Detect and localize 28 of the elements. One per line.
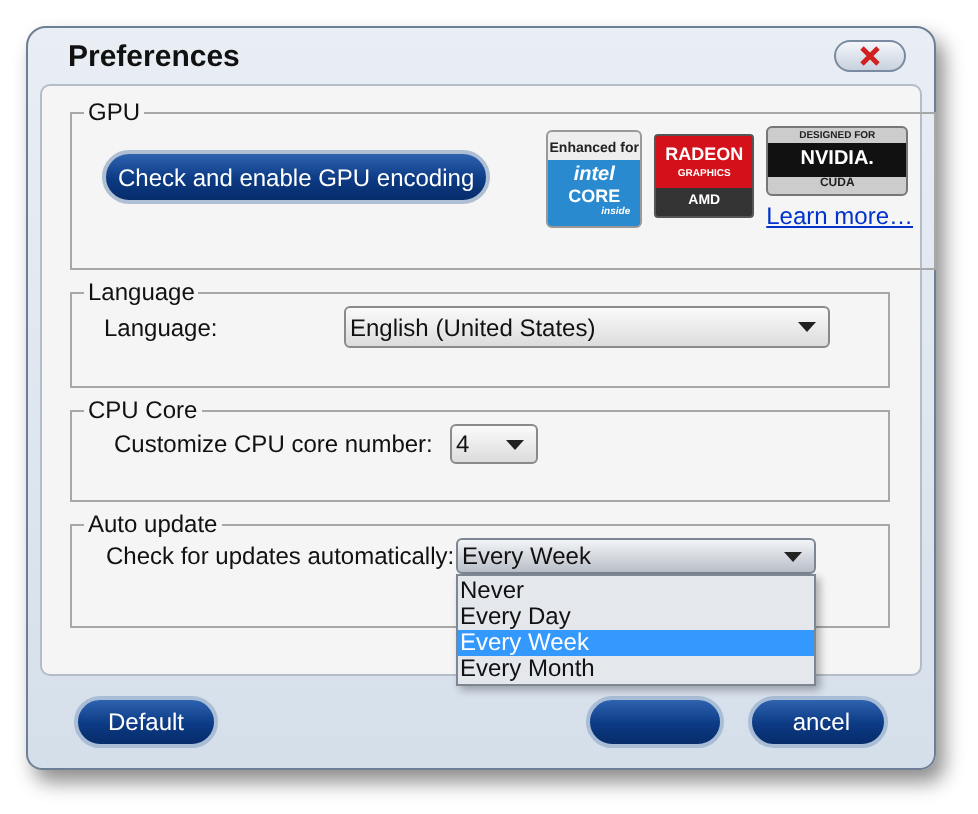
dropdown-arrow-icon: [784, 551, 802, 561]
language-label: Language:: [104, 313, 220, 341]
close-icon: [858, 46, 882, 66]
close-button[interactable]: [834, 40, 906, 72]
badge-text: RADEON: [665, 145, 744, 163]
dropdown-option[interactable]: Every Day: [458, 604, 814, 630]
cpu-core-label: Customize CPU core number:: [112, 430, 435, 458]
language-dropdown[interactable]: English (United States): [344, 306, 830, 348]
dropdown-option[interactable]: Every Month: [458, 656, 814, 682]
dropdown-option[interactable]: Never: [458, 578, 814, 604]
group-title: Language: [86, 278, 197, 306]
ok-button[interactable]: [586, 696, 724, 748]
cancel-button[interactable]: ancel: [748, 696, 888, 748]
learn-more-link[interactable]: Learn more…: [766, 202, 913, 230]
update-label: Check for updates automatically:: [104, 542, 456, 570]
badge-text: intel: [573, 165, 615, 185]
badge-text: NVIDIA.: [800, 150, 874, 170]
cpu-core-dropdown[interactable]: 4: [450, 424, 538, 464]
dropdown-arrow-icon: [506, 439, 524, 449]
enable-gpu-button[interactable]: Check and enable GPU encoding: [102, 150, 491, 204]
window-title: Preferences: [68, 39, 240, 73]
badge-text: CORE: [568, 187, 621, 205]
update-frequency-dropdown[interactable]: Every Week: [456, 538, 816, 574]
default-button[interactable]: Default: [74, 696, 218, 748]
dropdown-arrow-icon: [798, 322, 816, 332]
group-title: GPU: [86, 98, 143, 126]
group-title: Auto update: [86, 510, 220, 538]
group-title: CPU Core: [86, 396, 200, 424]
